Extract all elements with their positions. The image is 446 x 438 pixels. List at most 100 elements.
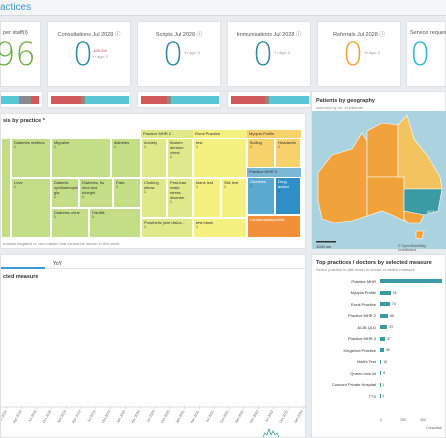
kpi-card-service-requests[interactable]: Service requests 0 [406,21,446,87]
top-practice-bar[interactable] [380,313,389,318]
treemap-cell[interactable]: Diabetic ophthalmople gia 1 [51,178,79,208]
kpi-card-immunisations[interactable]: Immunisations Jul 2028 ⓘ 0 Yr ago: 0 [227,21,311,87]
kpi-card-staff[interactable]: per staff(i) 96 [0,21,41,87]
x-tick-label: Apr 2019 [71,409,82,423]
top-practice-bar[interactable] [380,336,385,341]
map-region-label: ACT [427,209,435,214]
kpi-value: 0 [342,35,364,73]
treemap-cell[interactable]: diabetes 1 [111,138,141,178]
top-practice-value: 1 [382,394,385,398]
top-practice-bar[interactable] [380,302,390,306]
x-tick-label: Apr 2020 [130,409,141,423]
x-tick-label: Jan 2023 [293,409,304,424]
top-practice-label[interactable]: Kingsford Practice [316,348,376,353]
x-tick-label: Oct 2019 [101,409,112,423]
treemap-cell[interactable]: Drug addict 1 [275,177,301,215]
treemap-cell[interactable]: Post-trau matic stress disorder 1 [167,178,193,218]
treemap-cell[interactable]: blank test 1 [193,178,221,218]
top-practice-bar[interactable] [380,382,381,387]
kpi-sub: Yr ago: 0 [364,50,381,55]
treemap-cell[interactable]: Otorrhea 1 [247,177,275,215]
top-practice-value: 57 [389,325,394,329]
treemap-cell[interactable]: Headache 1 [275,138,301,168]
australia-map[interactable] [312,111,446,249]
treemap-group-label[interactable]: Rural Practice [193,130,247,138]
top-axis-title: Consultati [426,426,442,430]
kpi-card-referrals[interactable]: Referrals Jul 2028 ⓘ 0 Yr ago: 0 [317,21,401,87]
top-practice-label[interactable]: Practice MHR [316,279,376,284]
treemap-group-label[interactable]: Myopia Profile [247,130,301,138]
treemap-cell[interactable]: Prosthetic joint disloc... 1 [141,218,193,238]
map-scale: 1000 km [316,244,332,249]
treemap-cell[interactable]: Bulling 1 [247,138,275,168]
x-tick-label: Jul 2019 [87,409,97,423]
kpi-card-scripts[interactable]: Scripts Jul 2028 ⓘ 0 Yr ago: 0 [137,21,221,87]
treemap-group-label[interactable]: Practice MHR 3 [247,168,301,177]
kpi-sub: Yr ago: 0 [184,50,201,55]
top-practice-value: 74 [391,302,396,306]
mini-stacked-bar [141,96,219,104]
treemap-cell[interactable]: Skk test 1 [221,178,247,218]
kpi-value: 96 [0,35,36,73]
top-axis-tick: 200 [400,418,406,422]
top-practice-bar[interactable] [380,394,381,398]
map-region-nsw[interactable] [403,188,443,216]
tab-active[interactable] [1,259,45,269]
x-tick-label: Oct 2021 [219,409,230,423]
treemap-cell[interactable]: Diabetes mellitus 1 [11,138,51,178]
x-tick-label: Jan 2021 [175,409,186,424]
top-practice-bar[interactable] [380,348,385,352]
map-region-nt[interactable] [366,122,399,178]
x-tick-label: Jan 2018 [1,409,8,424]
x-tick-label: Jul 2018 [27,409,37,423]
treemap-cell[interactable]: Anxiety 1 [141,138,167,178]
top-practice-bar[interactable] [380,359,382,364]
top-practice-label[interactable]: TTS [316,394,376,399]
mini-bar-card [227,91,311,108]
line-series [262,427,280,437]
treemap-footnote: ontains negative or zero values that can… [3,241,121,246]
treemap-cell[interactable]: Diabetes urine 1 [51,208,89,238]
kpi-sub: Yr ago: 0 [92,54,109,59]
mini-stacked-bar [231,96,309,104]
line-chart-panel: YoY cted measure Jan 2018 Apr 2018 Jul 201… [0,254,307,438]
line-chart[interactable]: Jan 2018 Apr 2018 Jul 2018 Oct 2018 Jan 2019… [1,285,307,437]
top-practice-label[interactable]: ACIB QLD [316,325,376,330]
kpi-card-consultations[interactable]: Consultations Jul 2028 ⓘ 0 -100.0% Yr ag… [47,21,131,87]
treemap-cell[interactable]: Diabetes, flu shot and tubegirl. 1 [79,178,113,208]
mini-stacked-bar [1,96,39,104]
treemap-cell[interactable]: Love 1 [11,178,51,238]
treemap-cell[interactable]: test blank 1 [193,218,247,238]
treemap-cell[interactable]: Fishfilit 1 [89,208,141,238]
top-practice-label[interactable]: Queen how lol [316,371,376,376]
treemap-cell[interactable] [1,138,11,238]
top-practice-bar[interactable] [380,325,388,329]
line-chart-title: cted measure [3,274,39,280]
x-tick-label: Jan 2020 [116,409,127,424]
treemap-cell[interactable]: Choking elbow 1 [141,178,167,218]
top-practice-value: 60 [390,313,394,318]
treemap-group-label[interactable]: Practice MHR 2 [141,130,193,138]
treemap-cell[interactable]: test 1 [193,138,247,178]
top-practice-label[interactable]: Practice MHR 3 [316,336,376,341]
top-practice-bar[interactable] [380,290,391,295]
mini-bar-card [137,91,221,108]
top-practice-label[interactable]: Rural Practice [316,302,376,307]
treemap-cell[interactable]: Falls 1 [113,178,141,208]
top-practice-label[interactable]: Practice MHR 2 [316,313,376,318]
treemap-cell[interactable]: Migraine 1 [51,138,111,178]
x-tick-label: Apr 2018 [12,409,23,423]
map-title: Patients by geography [316,98,375,104]
x-tick-label: Apr 2022 [249,409,260,423]
top-practice-value: 37 [386,336,391,341]
top-practice-bar[interactable] [380,279,442,283]
top-practice-label[interactable]: Concord Private Hospital [316,382,376,387]
tab-yoy[interactable]: YoY [53,261,62,267]
top-practice-label[interactable]: Myopia Profile [316,290,376,295]
treemap-cell[interactable]: Lauraanaplapestitis [247,215,301,238]
top-practice-bar[interactable] [380,371,382,375]
treemap-cell[interactable]: Broken denture chest 1 [167,138,193,178]
x-tick-label: Oct 2020 [160,409,171,423]
top-practice-label[interactable]: Matt's Test [316,359,376,364]
mini-bar-card [47,91,131,108]
